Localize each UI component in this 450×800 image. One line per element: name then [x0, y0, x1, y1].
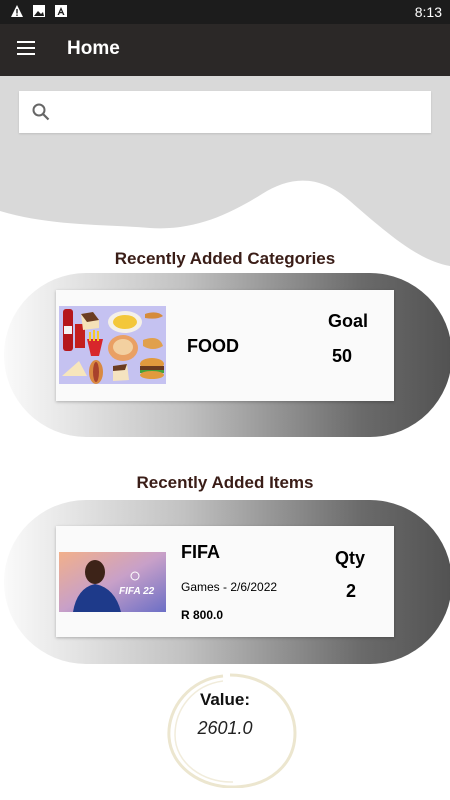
qty-value: 2 — [346, 581, 357, 601]
items-section-title: Recently Added Items — [136, 473, 314, 492]
category-card[interactable]: FOOD Goal 50 — [56, 290, 394, 401]
categories-section-title: Recently Added Categories — [114, 249, 336, 268]
search-bar[interactable] — [19, 91, 431, 133]
page-title: Home — [67, 38, 120, 59]
search-input[interactable] — [63, 97, 422, 129]
fifa-22-cover-image: FIFA 22 — [59, 552, 166, 612]
menu-icon[interactable] — [17, 41, 35, 55]
qty-label: Qty — [335, 548, 366, 568]
food-collage-image — [59, 306, 166, 384]
status-time: 8:13 — [414, 4, 442, 20]
goal-value: 50 — [332, 346, 353, 366]
cover-title: FIFA 22 — [119, 586, 155, 597]
warning-icon — [10, 4, 24, 18]
value-label: Value: — [199, 690, 251, 709]
category-name: FOOD — [187, 336, 239, 356]
item-card[interactable]: FIFA 22 FIFA Games - 2/6/2022 R 800.0 Qt… — [56, 526, 394, 637]
app-store-icon — [54, 4, 68, 18]
item-category-date: Games - 2/6/2022 — [181, 580, 278, 594]
status-bar: 8:13 — [0, 0, 450, 24]
image-icon — [32, 4, 46, 18]
search-icon — [32, 103, 50, 121]
item-price: R 800.0 — [181, 608, 224, 622]
item-name: FIFA — [181, 542, 220, 562]
goal-label: Goal — [328, 311, 369, 331]
app-bar: Home — [0, 24, 450, 76]
total-value: 2601.0 — [197, 718, 253, 738]
